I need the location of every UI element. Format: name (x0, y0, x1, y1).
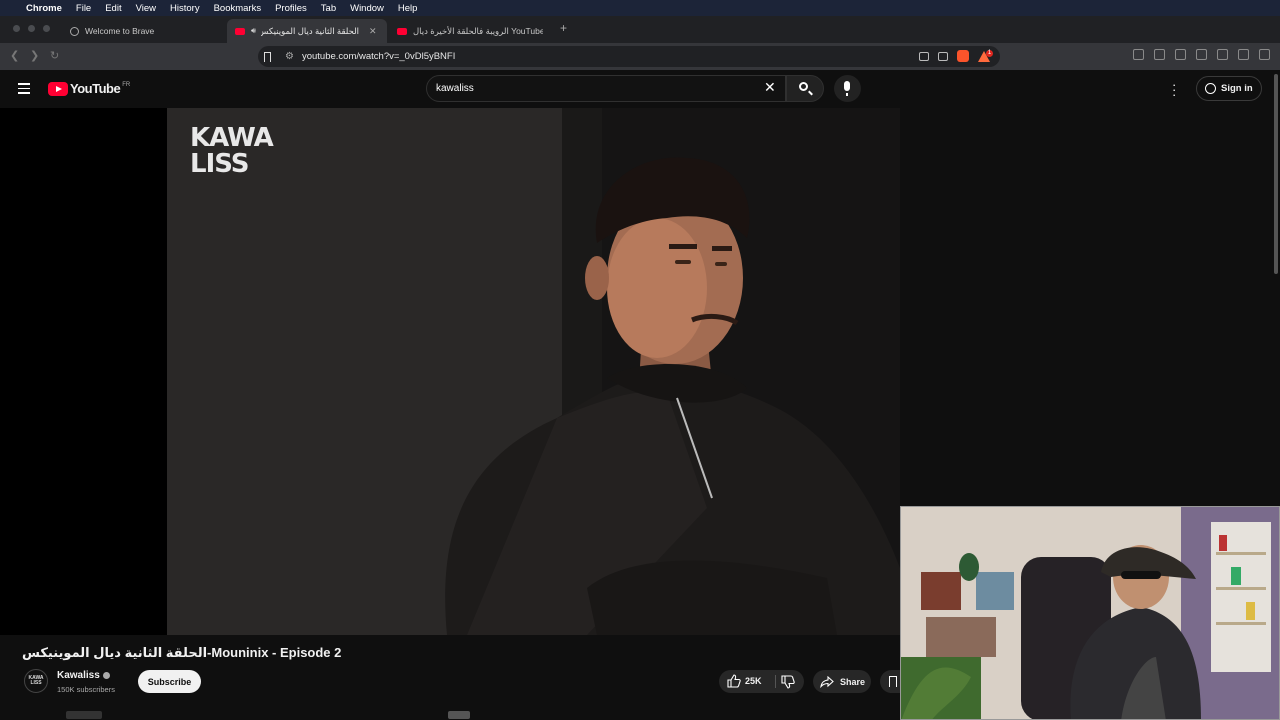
page-scrollbar[interactable] (1274, 74, 1278, 274)
search-button[interactable] (786, 75, 824, 102)
new-tab-button[interactable]: + (560, 21, 567, 35)
menu-tab[interactable]: Tab (321, 3, 336, 14)
menu-window[interactable]: Window (350, 3, 384, 14)
url-actions: 1 (919, 49, 993, 62)
brave-rewards-icon[interactable]: 1 (978, 49, 993, 62)
search-input[interactable]: kawaliss (426, 75, 786, 102)
menu-help[interactable]: Help (398, 3, 418, 14)
like-dislike-group: 25K (719, 670, 804, 693)
tab-strip: Welcome to Brave 🔊︎ الحلقة الثانية ديال … (0, 16, 1280, 43)
thumbs-up-icon[interactable] (727, 674, 741, 688)
webcam-overlay (900, 506, 1280, 720)
video-frame: KAWA LISS (167, 108, 900, 635)
close-window-button[interactable] (13, 25, 20, 32)
menu-view[interactable]: View (136, 3, 156, 14)
close-tab-icon[interactable]: ✕ (369, 26, 377, 37)
webcam-scene (901, 507, 1279, 719)
video-title: الحلقة الثانية ديال الموينيكس-Mouninix -… (22, 645, 342, 660)
youtube-icon (397, 27, 407, 35)
rewards-badge: 1 (986, 49, 993, 57)
microphone-icon (844, 81, 850, 96)
address-bar[interactable]: ⚙︎ youtube.com/watch?v=_0vDl5yBNFI 1 (258, 46, 1000, 67)
youtube-wordmark: YouTube (70, 81, 121, 96)
browser-toolbar: ❮ ❯ ↻ ⚙︎ youtube.com/watch?v=_0vDl5yBNFI… (0, 43, 1280, 70)
verified-icon (102, 671, 110, 679)
reload-button[interactable]: ↻ (50, 49, 59, 62)
share-button[interactable]: Share (813, 670, 871, 693)
vpn-icon[interactable] (1238, 49, 1249, 60)
channel-name[interactable]: Kawaliss (57, 670, 110, 681)
reading-list-icon[interactable] (1175, 49, 1186, 60)
minimize-window-button[interactable] (28, 25, 35, 32)
menu-history[interactable]: History (170, 3, 200, 14)
thumbs-down-icon[interactable] (781, 675, 795, 689)
youtube-play-icon (48, 81, 68, 96)
menu-profiles[interactable]: Profiles (275, 3, 307, 14)
channel-avatar[interactable]: KAWA LISS (24, 669, 48, 693)
bookmark-icon[interactable] (264, 51, 271, 62)
like-separator (775, 675, 776, 688)
tab-youtube-last-episode[interactable]: الرويبة فالحلقة الأخيرة ديال YouTube - (389, 19, 554, 43)
youtube-logo[interactable]: YouTube FR (48, 81, 130, 96)
share-page-icon[interactable] (938, 51, 948, 61)
url-text[interactable]: youtube.com/watch?v=_0vDl5yBNFI (302, 51, 455, 62)
youtube-masthead: YouTube FR kawaliss ✕ · · · Sign in (0, 70, 1280, 108)
zoom-window-button[interactable] (43, 25, 50, 32)
subscribe-button[interactable]: Subscribe (138, 670, 201, 693)
subscriber-count: 150K subscribers (57, 685, 115, 694)
dock-item (66, 711, 102, 719)
brave-shields-icon[interactable] (957, 50, 969, 62)
voice-search-button[interactable] (834, 75, 861, 102)
media-icon[interactable] (1154, 49, 1165, 60)
guide-menu-icon[interactable] (18, 83, 30, 97)
sign-in-button[interactable]: Sign in (1196, 76, 1262, 101)
dock-strip (0, 705, 900, 720)
country-code: FR (122, 81, 131, 88)
search-value: kawaliss (436, 83, 474, 94)
clear-search-icon[interactable]: ✕ (764, 80, 776, 94)
speaker-icon[interactable]: 🔊︎ (251, 26, 256, 36)
channel-name-text[interactable]: Kawaliss (57, 670, 100, 681)
sidebar-icon[interactable] (1133, 49, 1144, 60)
youtube-icon (235, 27, 245, 35)
tab-title: الحلقة الثانية ديال الموينيكس- (261, 25, 360, 36)
menu-icon[interactable] (1259, 49, 1270, 60)
share-label: Share (840, 676, 866, 687)
tab-youtube-episode-2[interactable]: 🔊︎ الحلقة الثانية ديال الموينيكس- ✕ (227, 19, 387, 43)
dock-item (448, 711, 470, 719)
wallet-icon[interactable] (1196, 49, 1207, 60)
tab-title: الرويبة فالحلقة الأخيرة ديال YouTube - (413, 25, 543, 36)
cast-icon[interactable] (919, 51, 929, 61)
back-button[interactable]: ❮ (10, 49, 19, 62)
globe-icon (70, 26, 79, 36)
menu-bookmarks[interactable]: Bookmarks (214, 3, 262, 14)
menu-chrome[interactable]: Chrome (26, 3, 62, 14)
menu-edit[interactable]: Edit (105, 3, 121, 14)
forward-button[interactable]: ❯ (30, 49, 39, 62)
tab-welcome-brave[interactable]: Welcome to Brave (62, 19, 227, 43)
toolbar-extensions (1133, 49, 1270, 60)
more-options-icon[interactable]: · · · (1172, 78, 1176, 101)
sign-in-label: Sign in (1221, 83, 1253, 94)
watermark-line1: KAWA (190, 123, 274, 153)
extensions-icon[interactable] (1217, 49, 1228, 60)
interviewee-figure (445, 157, 900, 635)
kawaliss-watermark: KAWA LISS (190, 123, 274, 179)
macos-menu-bar: Chrome File Edit View History Bookmarks … (0, 0, 1280, 16)
account-icon (1205, 83, 1216, 94)
share-arrow-icon (820, 675, 834, 688)
window-controls (13, 25, 50, 32)
site-settings-icon[interactable]: ⚙︎ (285, 51, 294, 62)
watermark-line2: LISS (190, 149, 250, 179)
search-icon (799, 82, 808, 91)
menu-file[interactable]: File (76, 3, 91, 14)
tab-title: Welcome to Brave (85, 26, 155, 36)
save-icon (889, 676, 897, 687)
video-player[interactable]: KAWA LISS (0, 108, 900, 635)
like-count[interactable]: 25K (745, 676, 762, 686)
